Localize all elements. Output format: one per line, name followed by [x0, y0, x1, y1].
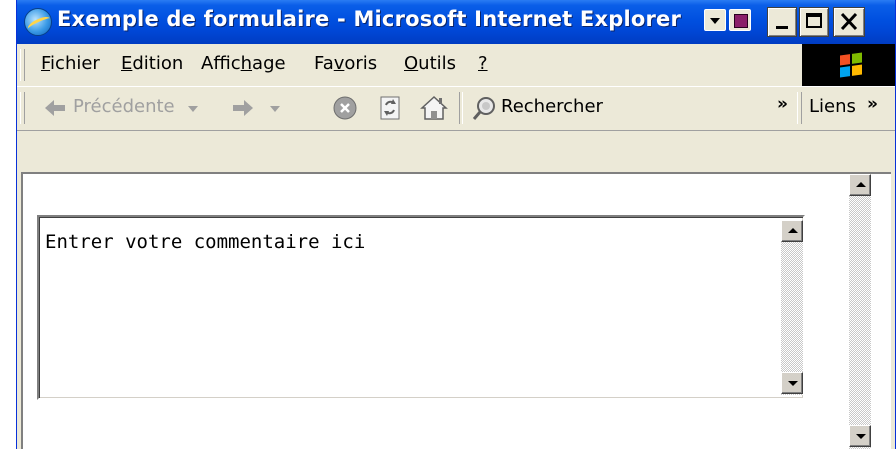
- maximize-button[interactable]: [799, 7, 829, 37]
- menu-favoris[interactable]: Favoris: [314, 53, 377, 74]
- window-title: Exemple de formulaire - Microsoft Intern…: [57, 7, 682, 31]
- toolbar-separator: [459, 92, 463, 124]
- forward-button[interactable]: [227, 92, 297, 124]
- menu-edition[interactable]: Edition: [121, 53, 183, 74]
- menu-text: age: [252, 53, 286, 74]
- minimize-button[interactable]: [767, 7, 797, 37]
- stop-icon: [333, 96, 357, 120]
- home-button[interactable]: [417, 92, 451, 124]
- menu-text: oris: [344, 53, 378, 74]
- close-icon: [840, 12, 858, 31]
- refresh-button[interactable]: [375, 92, 407, 124]
- restore-small-icon[interactable]: [729, 9, 751, 31]
- menu-text: dition: [132, 53, 184, 74]
- minimize-icon: [776, 26, 788, 29]
- arrow-up-icon: [788, 228, 798, 233]
- title-bar[interactable]: Exemple de formulaire - Microsoft Intern…: [17, 0, 895, 44]
- menu-text: ichier: [50, 53, 100, 74]
- stop-button[interactable]: [329, 92, 361, 124]
- comment-text: Entrer votre commentaire ici: [45, 231, 366, 253]
- links-overflow-chevron[interactable]: »: [867, 94, 878, 114]
- home-icon: [420, 95, 448, 120]
- menu-text: Affic: [201, 53, 241, 74]
- toolbar-grip[interactable]: [20, 92, 25, 124]
- chevron-down-icon: [270, 106, 280, 112]
- standard-toolbar: Précédente Rechercher » Liens »: [17, 86, 895, 131]
- comment-textarea[interactable]: Entrer votre commentaire ici: [37, 215, 805, 400]
- browser-window: Exemple de formulaire - Microsoft Intern…: [16, 0, 896, 449]
- arrow-down-icon: [856, 434, 866, 439]
- dropdown-icon[interactable]: [704, 9, 726, 31]
- search-icon: [472, 97, 495, 120]
- windows-logo: [802, 44, 895, 86]
- arrow-left-icon: [45, 100, 65, 116]
- links-label[interactable]: Liens: [809, 96, 856, 117]
- menu-text: Fa: [314, 53, 334, 74]
- windows-logo-icon: [840, 52, 862, 78]
- menu-accel: ?: [478, 53, 488, 74]
- page-scrollbar[interactable]: [849, 174, 871, 449]
- back-button[interactable]: Précédente: [37, 92, 217, 124]
- back-label: Précédente: [73, 96, 175, 117]
- scroll-up-button[interactable]: [849, 174, 871, 196]
- menu-accel: F: [41, 53, 51, 74]
- links-grip[interactable]: [797, 92, 802, 124]
- menu-accel: h: [240, 53, 253, 74]
- maximize-icon: [806, 13, 822, 28]
- menu-accel: v: [333, 53, 345, 74]
- menu-text: utils: [418, 53, 457, 74]
- textarea-scroll-up-button[interactable]: [781, 220, 803, 242]
- arrow-up-icon: [856, 182, 866, 187]
- search-label: Rechercher: [501, 96, 603, 117]
- arrow-down-icon: [788, 381, 798, 386]
- textarea-scroll-down-button[interactable]: [781, 372, 803, 394]
- menu-fichier[interactable]: Fichier: [41, 53, 100, 74]
- menu-help[interactable]: ?: [478, 53, 488, 74]
- ie-icon[interactable]: [24, 8, 52, 36]
- arrow-right-icon: [233, 100, 253, 116]
- toolbar-overflow-chevron[interactable]: »: [777, 94, 788, 114]
- menu-affichage[interactable]: Affichage: [201, 53, 286, 74]
- menu-outils[interactable]: Outils: [404, 53, 456, 74]
- menu-accel: E: [121, 53, 133, 74]
- menu-accel: O: [404, 53, 419, 74]
- chevron-down-icon: [188, 106, 198, 112]
- textarea-scrollbar[interactable]: [781, 220, 803, 395]
- close-button[interactable]: [833, 7, 865, 37]
- menu-grip[interactable]: [20, 49, 25, 81]
- search-button[interactable]: Rechercher: [469, 92, 644, 124]
- refresh-icon: [380, 96, 400, 120]
- scroll-down-button[interactable]: [849, 425, 871, 447]
